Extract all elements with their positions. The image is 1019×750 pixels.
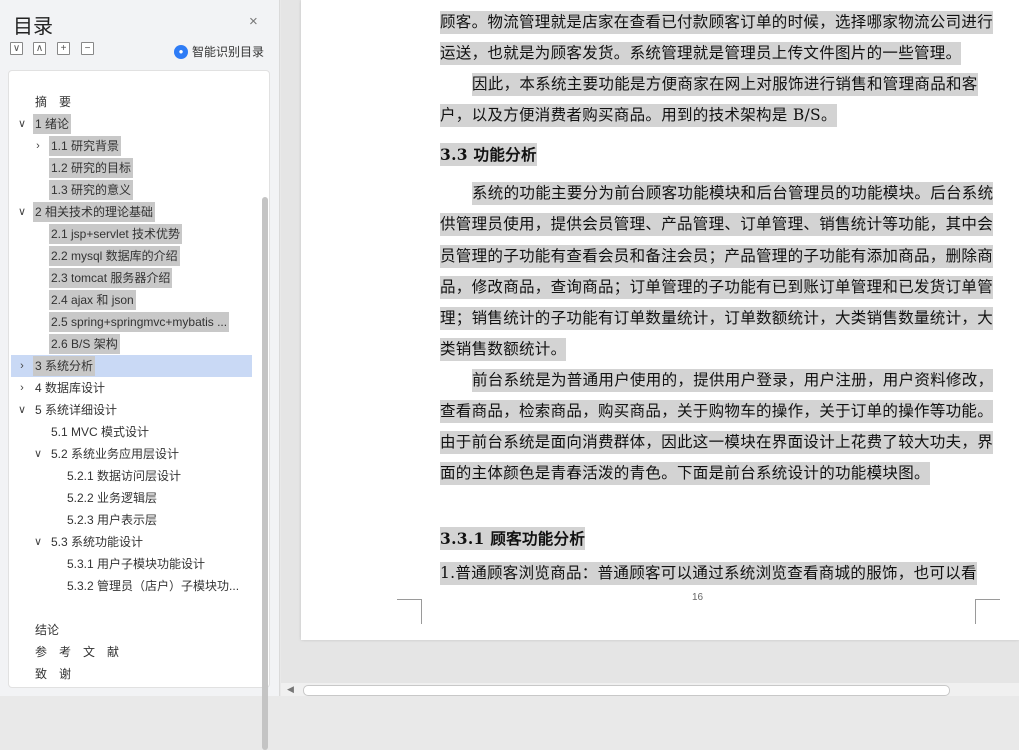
text-line: 户，以及方便消费者购买商品。用到的技术架构是 B/S。 (440, 104, 837, 127)
text-line: 品，修改商品，查询商品；订单管理的子功能有已到账订单管理和已发货订单管 (440, 276, 994, 299)
toc-item[interactable]: 2.2 mysql 数据库的介绍 (9, 246, 254, 266)
page-corner-mark-right (975, 599, 1000, 624)
chevron-down-icon[interactable]: ∨ (16, 202, 28, 222)
document-area: 顾客。物流管理就是店家在查看已付款顾客订单的时候，选择哪家物流公司进行 运送，也就… (281, 0, 1019, 696)
text-line: 类销售数额统计。 (440, 338, 567, 361)
toc-item[interactable]: ∨ 1 绪论 (9, 114, 254, 134)
chevron-right-icon[interactable]: › (16, 378, 28, 398)
ai-icon: ● (174, 44, 188, 59)
toc-item-label: 5.2.3 用户表示层 (67, 513, 158, 527)
toc-item[interactable]: 5.3.1 用户子模块功能设计 (9, 554, 254, 574)
toc-item[interactable]: 2.1 jsp+servlet 技术优势 (9, 224, 254, 244)
toc-item-label: 1.2 研究的目标 (49, 158, 134, 178)
collapse-all-button[interactable]: ∨ (10, 42, 23, 55)
toc-item-label: 5.3.1 用户子模块功能设计 (67, 557, 206, 571)
toc-item-label: 2.2 mysql 数据库的介绍 (49, 246, 180, 266)
toc-item-label: 2.5 spring+springmvc+mybatis ... (49, 312, 230, 332)
toc-item-label: 致 谢 (35, 667, 72, 681)
toc-item[interactable]: 结论 (9, 620, 254, 640)
toc-item-label: 摘 要 (35, 95, 72, 109)
horizontal-scrollbar-thumb[interactable] (303, 685, 950, 696)
section-heading: 3.3.1 顾客功能分析 (440, 527, 586, 550)
toc-item[interactable]: ∨ 5.2 系统业务应用层设计 (9, 444, 254, 464)
toc-item[interactable]: ∨ 5 系统详细设计 (9, 400, 254, 420)
toc-item[interactable]: 2.4 ajax 和 json (9, 290, 254, 310)
text-line: 前台系统是为普通用户使用的，提供用户登录，用户注册，用户资料修改， (472, 369, 994, 392)
toc-item-label: 4 数据库设计 (35, 381, 106, 395)
toc-item-label: 2.3 tomcat 服务器介绍 (49, 268, 173, 288)
text-line: 1.普通顾客浏览商品：普通顾客可以通过系统浏览查看商城的服饰，也可以看 (440, 562, 977, 585)
text-line: 面的主体颜色是青春活泼的青色。下面是前台系统设计的功能模块图。 (440, 462, 930, 485)
section-heading: 3.3 功能分析 (440, 143, 537, 166)
toc-item[interactable]: › 4 数据库设计 (9, 378, 254, 398)
toc-item-label: 2.1 jsp+servlet 技术优势 (49, 224, 183, 244)
navigation-pane: 目录 × ∨ ∧ + − ● 智能识别目录 摘 要 ∨ 1 绪论 › 1.1 研究背景 1.2 … (0, 0, 280, 750)
toc-item[interactable]: 参 考 文 献 (9, 642, 254, 662)
toc-item[interactable]: › 3 系统分析 (9, 356, 254, 376)
smart-toc-button[interactable]: ● 智能识别目录 (174, 43, 264, 60)
document-page: 顾客。物流管理就是店家在查看已付款顾客订单的时候，选择哪家物流公司进行 运送，也就… (301, 0, 1019, 640)
toc-item[interactable]: ∨ 5.3 系统功能设计 (9, 532, 254, 552)
toc-item[interactable]: 1.2 研究的目标 (9, 158, 254, 178)
text-line: 由于前台系统是面向消费群体，因此这一模块在界面设计上花费了较大功夫，界 (440, 431, 994, 454)
chevron-down-icon[interactable]: ∨ (32, 532, 44, 552)
toc-item[interactable]: 5.2.3 用户表示层 (9, 510, 254, 530)
chevron-down-icon[interactable]: ∨ (16, 400, 28, 420)
toc-item-label: 2.4 ajax 和 json (49, 290, 136, 310)
chevron-down-icon[interactable]: ∨ (32, 444, 44, 464)
text-line: 理；销售统计的子功能有订单数量统计，订单数额统计，大类销售数量统计，大 (440, 307, 994, 330)
toc-item[interactable]: › 1.1 研究背景 (9, 136, 254, 156)
nav-pane-title: 目录 (13, 16, 53, 38)
text-line: 运送，也就是为顾客发货。系统管理就是管理员上传文件图片的一些管理。 (440, 42, 962, 65)
toc-panel: 摘 要 ∨ 1 绪论 › 1.1 研究背景 1.2 研究的目标 1.3 研究的意义 ∨ 2 相关… (8, 70, 270, 750)
smart-toc-label: 智能识别目录 (192, 45, 265, 59)
toc-item-label: 5 系统详细设计 (35, 403, 118, 417)
toc-item[interactable]: 5.2.2 业务逻辑层 (9, 488, 254, 508)
expand-level-button[interactable]: ∧ (33, 42, 46, 55)
text-line: 员管理的子功能有查看会员和备注会员；产品管理的子功能有添加商品，删除商 (440, 245, 994, 268)
text-line: 因此，本系统主要功能是方便商家在网上对服饰进行销售和管理商品和客 (472, 73, 978, 96)
text-line: 顾客。物流管理就是店家在查看已付款顾客订单的时候，选择哪家物流公司进行 (440, 11, 994, 34)
page-number: 16 (692, 592, 704, 603)
toc-item-label: 5.2 系统业务应用层设计 (51, 447, 180, 461)
toc-item-label: 2 相关技术的理论基础 (33, 202, 156, 222)
chevron-down-icon[interactable]: ∨ (16, 114, 28, 134)
toc-scrollbar[interactable] (262, 197, 268, 750)
page-corner-mark-left (397, 599, 422, 624)
text-line: 查看商品，检索商品，购买商品，关于购物车的操作，关于订单的操作等功能。 (440, 400, 994, 423)
horizontal-scrollbar[interactable]: ◀ (281, 683, 1019, 696)
toc-item[interactable]: 摘 要 (9, 92, 254, 112)
toc-item-label: 5.2.2 业务逻辑层 (67, 491, 158, 505)
text-line: 系统的功能主要分为前台顾客功能模块和后台管理员的功能模块。后台系统 (472, 182, 994, 205)
toc-item-label: 1.3 研究的意义 (49, 180, 134, 200)
toc-item[interactable]: 2.5 spring+springmvc+mybatis ... (9, 312, 254, 332)
toc-item[interactable]: 2.6 B/S 架构 (9, 334, 254, 354)
toc-item-label: 1.1 研究背景 (49, 136, 122, 156)
toc-item-label: 参 考 文 献 (35, 645, 120, 659)
toc-item-label: 结论 (35, 623, 60, 637)
toc-item[interactable]: 1.3 研究的意义 (9, 180, 254, 200)
toc-item[interactable]: ∨ 2 相关技术的理论基础 (9, 202, 254, 222)
toc-item[interactable]: 致 谢 (9, 664, 254, 684)
text-line: 供管理员使用，提供会员管理、产品管理、订单管理、销售统计等功能，其中会 (440, 213, 994, 236)
close-icon[interactable]: × (249, 13, 258, 30)
toc-item[interactable]: 2.3 tomcat 服务器介绍 (9, 268, 254, 288)
chevron-right-icon[interactable]: › (32, 136, 44, 156)
toc-item-label: 1 绪论 (33, 114, 72, 134)
toc-item-label: 5.2.1 数据访问层设计 (67, 469, 182, 483)
remove-heading-button[interactable]: − (81, 42, 94, 55)
toc-item-label: 3 系统分析 (33, 356, 96, 376)
toc-item[interactable]: 5.3.2 管理员（店户）子模块功... (9, 576, 254, 596)
chevron-right-icon[interactable]: › (16, 356, 28, 376)
toc-item-label: 2.6 B/S 架构 (49, 334, 120, 354)
toc-item-label: 5.1 MVC 模式设计 (51, 425, 150, 439)
scroll-left-arrow-icon[interactable]: ◀ (287, 684, 294, 695)
toc-item-label: 5.3.2 管理员（店户）子模块功... (67, 579, 240, 593)
toc-item[interactable]: 5.1 MVC 模式设计 (9, 422, 254, 442)
toc-item-label: 5.3 系统功能设计 (51, 535, 144, 549)
toc-item[interactable]: 5.2.1 数据访问层设计 (9, 466, 254, 486)
add-heading-button[interactable]: + (57, 42, 70, 55)
